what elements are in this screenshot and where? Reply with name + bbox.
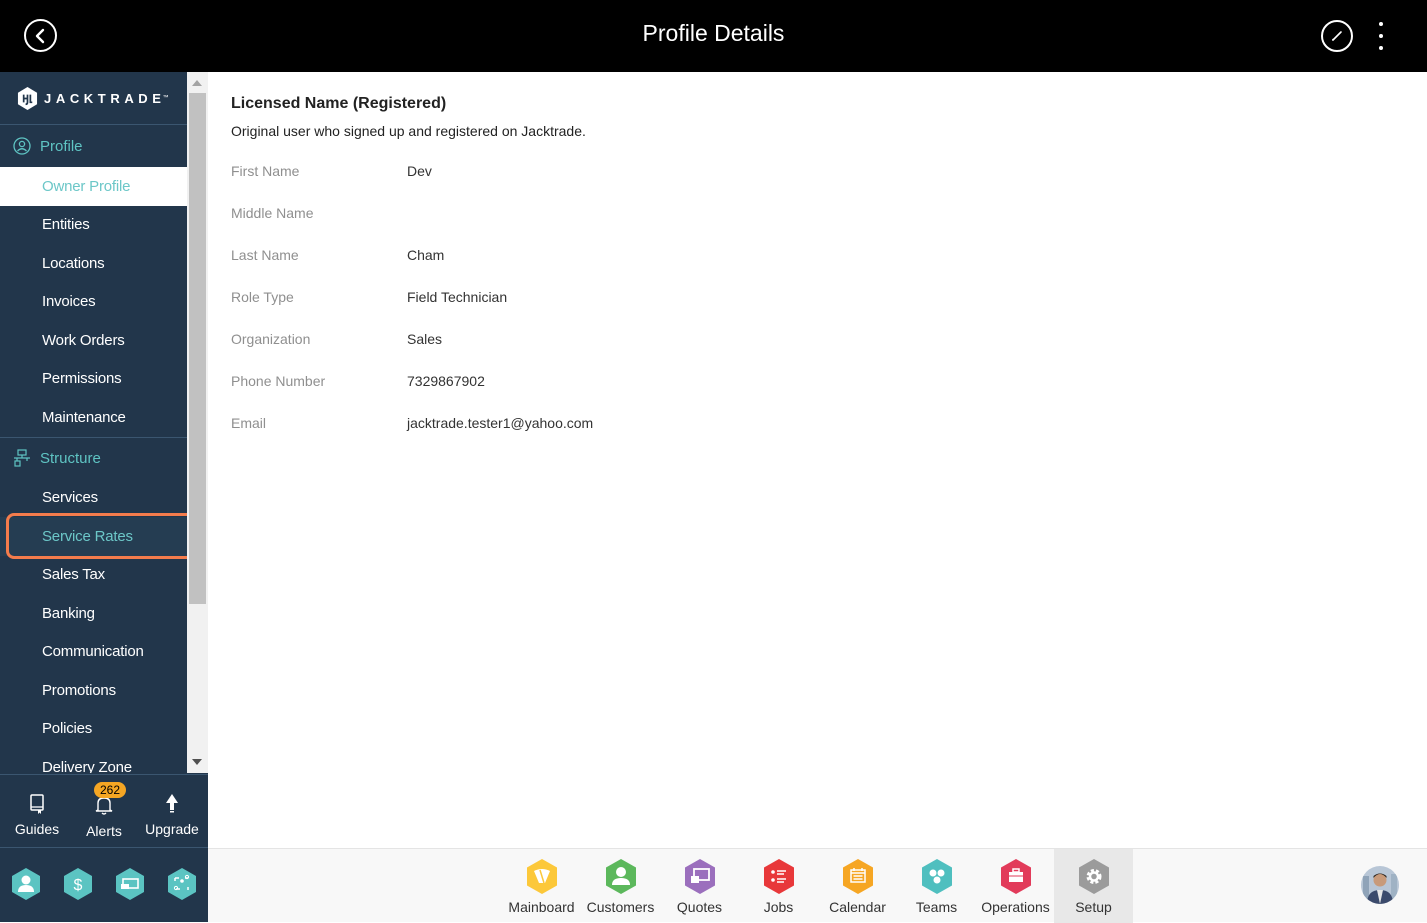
edit-button[interactable] — [1321, 20, 1353, 52]
user-photo — [1361, 866, 1399, 904]
field-label: Email — [231, 415, 267, 431]
field-value: Cham — [407, 247, 445, 263]
scroll-thumb[interactable] — [189, 93, 206, 604]
app-label: Operations — [981, 899, 1050, 915]
teams-icon — [921, 859, 952, 894]
gear-icon — [1078, 859, 1109, 894]
app-dock: Mainboard Customers Quotes Jobs Calendar… — [208, 848, 1427, 923]
section-label: Structure — [40, 449, 101, 467]
sidebar-item-banking[interactable]: Banking — [0, 594, 187, 633]
app-jobs[interactable]: Jobs — [739, 849, 818, 923]
field-value: Sales — [407, 331, 443, 347]
scroll-up-arrow[interactable] — [192, 80, 202, 86]
quotes-icon — [684, 859, 715, 894]
field-label: Organization — [231, 331, 311, 347]
alerts-button[interactable]: Alerts 262 — [82, 775, 127, 849]
field-value: Dev — [407, 163, 432, 179]
brand-name: JACKTRADE — [44, 90, 166, 106]
alerts-label: Alerts — [86, 823, 122, 839]
sidebar-nav: Profile Owner Profile Entities Locations… — [0, 125, 187, 773]
app-label: Calendar — [829, 899, 886, 915]
section-structure[interactable]: Structure — [0, 436, 187, 479]
quick-actions: $ — [0, 849, 208, 922]
field-label: Middle Name — [231, 205, 314, 221]
section-subtitle: Original user who signed up and register… — [231, 123, 586, 139]
sidebar-item-permissions[interactable]: Permissions — [0, 360, 187, 399]
app-label: Setup — [1075, 899, 1112, 915]
sidebar-item-entities[interactable]: Entities — [0, 206, 187, 245]
sidebar-item-service-rates[interactable]: Service Rates — [0, 517, 187, 556]
user-avatar[interactable] — [1361, 866, 1399, 904]
svg-text:$: $ — [74, 877, 83, 894]
field-label: Last Name — [231, 247, 299, 263]
app-operations[interactable]: Operations — [976, 849, 1055, 923]
customer-icon — [605, 859, 636, 894]
app-label: Quotes — [676, 899, 723, 915]
scroll-down-arrow[interactable] — [192, 759, 202, 765]
app-quotes[interactable]: Quotes — [660, 849, 739, 923]
field-value: Field Technician — [407, 289, 508, 305]
sidebar-item-communication[interactable]: Communication — [0, 633, 187, 672]
calendar-icon — [842, 859, 873, 894]
person-hex-icon[interactable] — [10, 867, 42, 901]
jacktrade-logo-icon — [17, 86, 38, 110]
app-label: Teams — [915, 899, 958, 915]
trademark: ™ — [162, 95, 169, 101]
field-value: jacktrade.tester1@yahoo.com — [407, 415, 594, 431]
pencil-icon — [1331, 31, 1342, 41]
sidebar-item-promotions[interactable]: Promotions — [0, 671, 187, 710]
section-profile[interactable]: Profile — [0, 125, 187, 167]
alerts-count-badge: 262 — [94, 782, 127, 798]
app-mainboard[interactable]: Mainboard — [502, 849, 581, 923]
briefcase-icon — [1000, 859, 1031, 894]
guides-label: Guides — [14, 821, 60, 837]
money-hex-icon[interactable] — [114, 867, 146, 901]
upgrade-button[interactable]: Upgrade — [143, 775, 201, 849]
field-value: 7329867902 — [407, 373, 485, 389]
sidebar-scrollbar[interactable] — [187, 72, 208, 773]
app-calendar[interactable]: Calendar — [818, 849, 897, 923]
org-structure-icon — [14, 449, 30, 467]
book-icon — [30, 794, 44, 814]
app-label: Customers — [586, 899, 655, 915]
page-title: Profile Details — [642, 20, 785, 46]
dollar-hex-icon[interactable]: $ — [62, 867, 94, 901]
guides-button[interactable]: Guides — [14, 775, 60, 849]
sidebar-item-services[interactable]: Services — [0, 479, 187, 518]
upgrade-label: Upgrade — [145, 821, 199, 837]
sidebar-item-sales-tax[interactable]: Sales Tax — [0, 556, 187, 595]
more-options-button[interactable] — [1374, 22, 1388, 50]
sidebar-item-delivery-zone[interactable]: Delivery Zone — [0, 748, 187, 773]
utility-bar: Guides Alerts 262 Upgrade — [0, 774, 208, 848]
arrow-up-icon — [166, 794, 178, 813]
app-customers[interactable]: Customers — [581, 849, 660, 923]
app-label: Jobs — [763, 899, 794, 915]
workflow-hex-icon[interactable] — [166, 867, 198, 901]
mainboard-icon — [526, 859, 557, 894]
field-label: Role Type — [231, 289, 294, 305]
sidebar-item-work-orders[interactable]: Work Orders — [0, 321, 187, 360]
app-teams[interactable]: Teams — [897, 849, 976, 923]
field-label: First Name — [231, 163, 300, 179]
section-title: Licensed Name (Registered) — [231, 95, 447, 112]
sidebar: JACKTRADE ™ Profile Owner Profile Entitie… — [0, 72, 208, 922]
dot — [1379, 34, 1383, 38]
sidebar-item-policies[interactable]: Policies — [0, 710, 187, 749]
section-label: Profile — [40, 137, 83, 155]
sidebar-item-owner-profile[interactable]: Owner Profile — [0, 167, 187, 206]
top-bar: Profile Details — [0, 0, 1427, 72]
app-label: Mainboard — [508, 899, 575, 915]
jobs-list-icon — [763, 859, 794, 894]
field-label: Phone Number — [231, 373, 326, 389]
profile-details-panel: Licensed Name (Registered) Original user… — [208, 72, 1427, 848]
brand-logo[interactable]: JACKTRADE ™ — [0, 72, 187, 125]
dot — [1379, 46, 1383, 50]
dot — [1379, 22, 1383, 26]
sidebar-item-invoices[interactable]: Invoices — [0, 283, 187, 322]
sidebar-item-maintenance[interactable]: Maintenance — [0, 398, 187, 437]
sidebar-item-locations[interactable]: Locations — [0, 244, 187, 283]
app-setup[interactable]: Setup — [1054, 849, 1133, 923]
user-circle-icon — [13, 137, 31, 155]
